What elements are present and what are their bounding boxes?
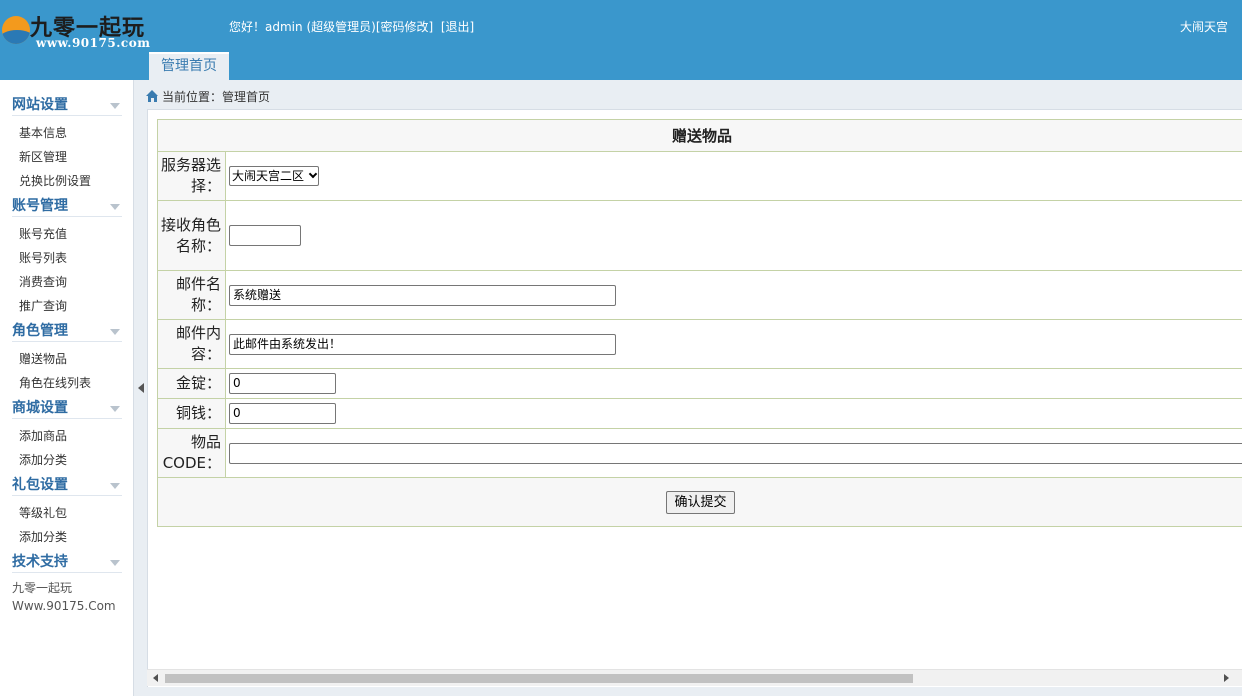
logout-link[interactable]: [退出]	[441, 18, 474, 35]
site-logo[interactable]: 九零一起玩 www.90175.com	[0, 6, 160, 52]
copper-input[interactable]: 0	[229, 403, 336, 424]
server-name: 大闹天宫	[1179, 20, 1228, 34]
form-title: 赠送物品	[157, 119, 1242, 152]
breadcrumb-label: 当前位置：	[162, 90, 223, 104]
role-name-input[interactable]	[229, 225, 301, 246]
collapse-arrow-icon	[110, 204, 120, 210]
logo-emblem-icon	[2, 16, 30, 44]
scroll-right-icon[interactable]	[1224, 674, 1229, 682]
sidebar-item-consumption[interactable]: 消费查询	[12, 270, 133, 294]
mail-content-input[interactable]: 此邮件由系统发出！	[229, 333, 616, 355]
gold-input[interactable]: 0	[229, 373, 336, 394]
mail-name-input[interactable]: 系统赠送	[229, 284, 616, 306]
username: admin	[265, 20, 303, 34]
user-greeting: 您好！admin (超级管理员)[密码修改] [退出]	[229, 18, 474, 35]
horizontal-scrollbar[interactable]	[147, 669, 1242, 686]
sidebar-group-site-settings: 网站设置 基本信息 新区管理 兑换比例设置	[0, 92, 133, 193]
server-label: 服务器选择：	[157, 151, 226, 201]
collapse-arrow-icon	[110, 483, 120, 489]
sidebar-item-new-zone[interactable]: 新区管理	[12, 145, 133, 169]
sidebar: 网站设置 基本信息 新区管理 兑换比例设置 账号管理 账号充值 账号列表 消费查…	[0, 80, 134, 696]
sidebar-item-account-list[interactable]: 账号列表	[12, 246, 133, 270]
tab-admin-home[interactable]: 管理首页	[149, 52, 229, 80]
change-password-link[interactable]: [密码修改]	[376, 18, 433, 35]
collapse-arrow-icon	[110, 406, 120, 412]
item-code-label: 物品CODE：	[157, 428, 226, 478]
sidebar-group-support: 技术支持	[0, 549, 133, 573]
collapse-arrow-icon	[110, 103, 120, 109]
sidebar-item-promotion[interactable]: 推广查询	[12, 294, 133, 318]
footer-site-url: Www.90175.Com	[12, 599, 116, 613]
breadcrumb-current[interactable]: 管理首页	[222, 90, 270, 104]
role-name-label: 接收角色名称：	[157, 200, 226, 271]
sidebar-toggle-icon[interactable]	[138, 383, 144, 393]
sidebar-item-add-category[interactable]: 添加分类	[12, 448, 133, 472]
chevron-down-icon	[308, 169, 318, 179]
server-select[interactable]: 大闹天宫二区	[229, 166, 320, 186]
sidebar-item-basic-info[interactable]: 基本信息	[12, 121, 133, 145]
sidebar-item-exchange-ratio[interactable]: 兑换比例设置	[12, 169, 133, 193]
home-icon	[146, 90, 159, 102]
item-code-input[interactable]	[229, 442, 1242, 464]
logo-url: www.90175.com	[36, 36, 151, 50]
sidebar-group-gift-pack: 礼包设置 等级礼包 添加分类	[0, 472, 133, 549]
collapse-arrow-icon	[110, 560, 120, 566]
sidebar-group-role: 角色管理 赠送物品 角色在线列表	[0, 318, 133, 395]
footer-site-name: 九零一起玩	[12, 581, 73, 595]
sidebar-title-account[interactable]: 账号管理	[12, 193, 122, 217]
sidebar-footer: 九零一起玩 Www.90175.Com	[0, 573, 133, 615]
collapse-arrow-icon	[110, 329, 120, 335]
sidebar-title-shop[interactable]: 商城设置	[12, 395, 122, 419]
sidebar-item-add-gift-category[interactable]: 添加分类	[12, 525, 133, 549]
scrollbar-thumb[interactable]	[165, 674, 913, 683]
sidebar-item-gift-items[interactable]: 赠送物品	[12, 347, 133, 371]
sidebar-title-gift-pack[interactable]: 礼包设置	[12, 472, 122, 496]
gold-label: 金锭：	[157, 368, 226, 399]
sidebar-group-shop: 商城设置 添加商品 添加分类	[0, 395, 133, 472]
copper-label: 铜钱：	[157, 398, 226, 429]
greeting-prefix: 您好！	[229, 20, 266, 34]
main-content: 赠送物品 服务器选择： 大闹天宫二区 接收角色名称： 邮件名称： 系统赠送 邮件…	[147, 109, 1242, 687]
sidebar-title-site-settings[interactable]: 网站设置	[12, 92, 122, 116]
user-role: (超级管理员)	[306, 20, 376, 34]
submit-button[interactable]: 确认提交	[666, 490, 735, 514]
mail-content-label: 邮件内容：	[157, 319, 226, 369]
sidebar-group-account: 账号管理 账号充值 账号列表 消费查询 推广查询	[0, 193, 133, 318]
top-header: 九零一起玩 www.90175.com 您好！admin (超级管理员)[密码修…	[0, 0, 1242, 80]
sidebar-item-add-product[interactable]: 添加商品	[12, 424, 133, 448]
sidebar-title-role[interactable]: 角色管理	[12, 318, 122, 342]
sidebar-item-level-gift[interactable]: 等级礼包	[12, 501, 133, 525]
sidebar-item-online-roles[interactable]: 角色在线列表	[12, 371, 133, 395]
scroll-left-icon[interactable]	[153, 674, 158, 682]
sidebar-title-support[interactable]: 技术支持	[12, 549, 122, 573]
mail-name-label: 邮件名称：	[157, 270, 226, 320]
breadcrumb: 当前位置：管理首页	[146, 88, 270, 105]
gift-item-form: 赠送物品 服务器选择： 大闹天宫二区 接收角色名称： 邮件名称： 系统赠送 邮件…	[157, 119, 1242, 527]
sidebar-item-recharge[interactable]: 账号充值	[12, 222, 133, 246]
